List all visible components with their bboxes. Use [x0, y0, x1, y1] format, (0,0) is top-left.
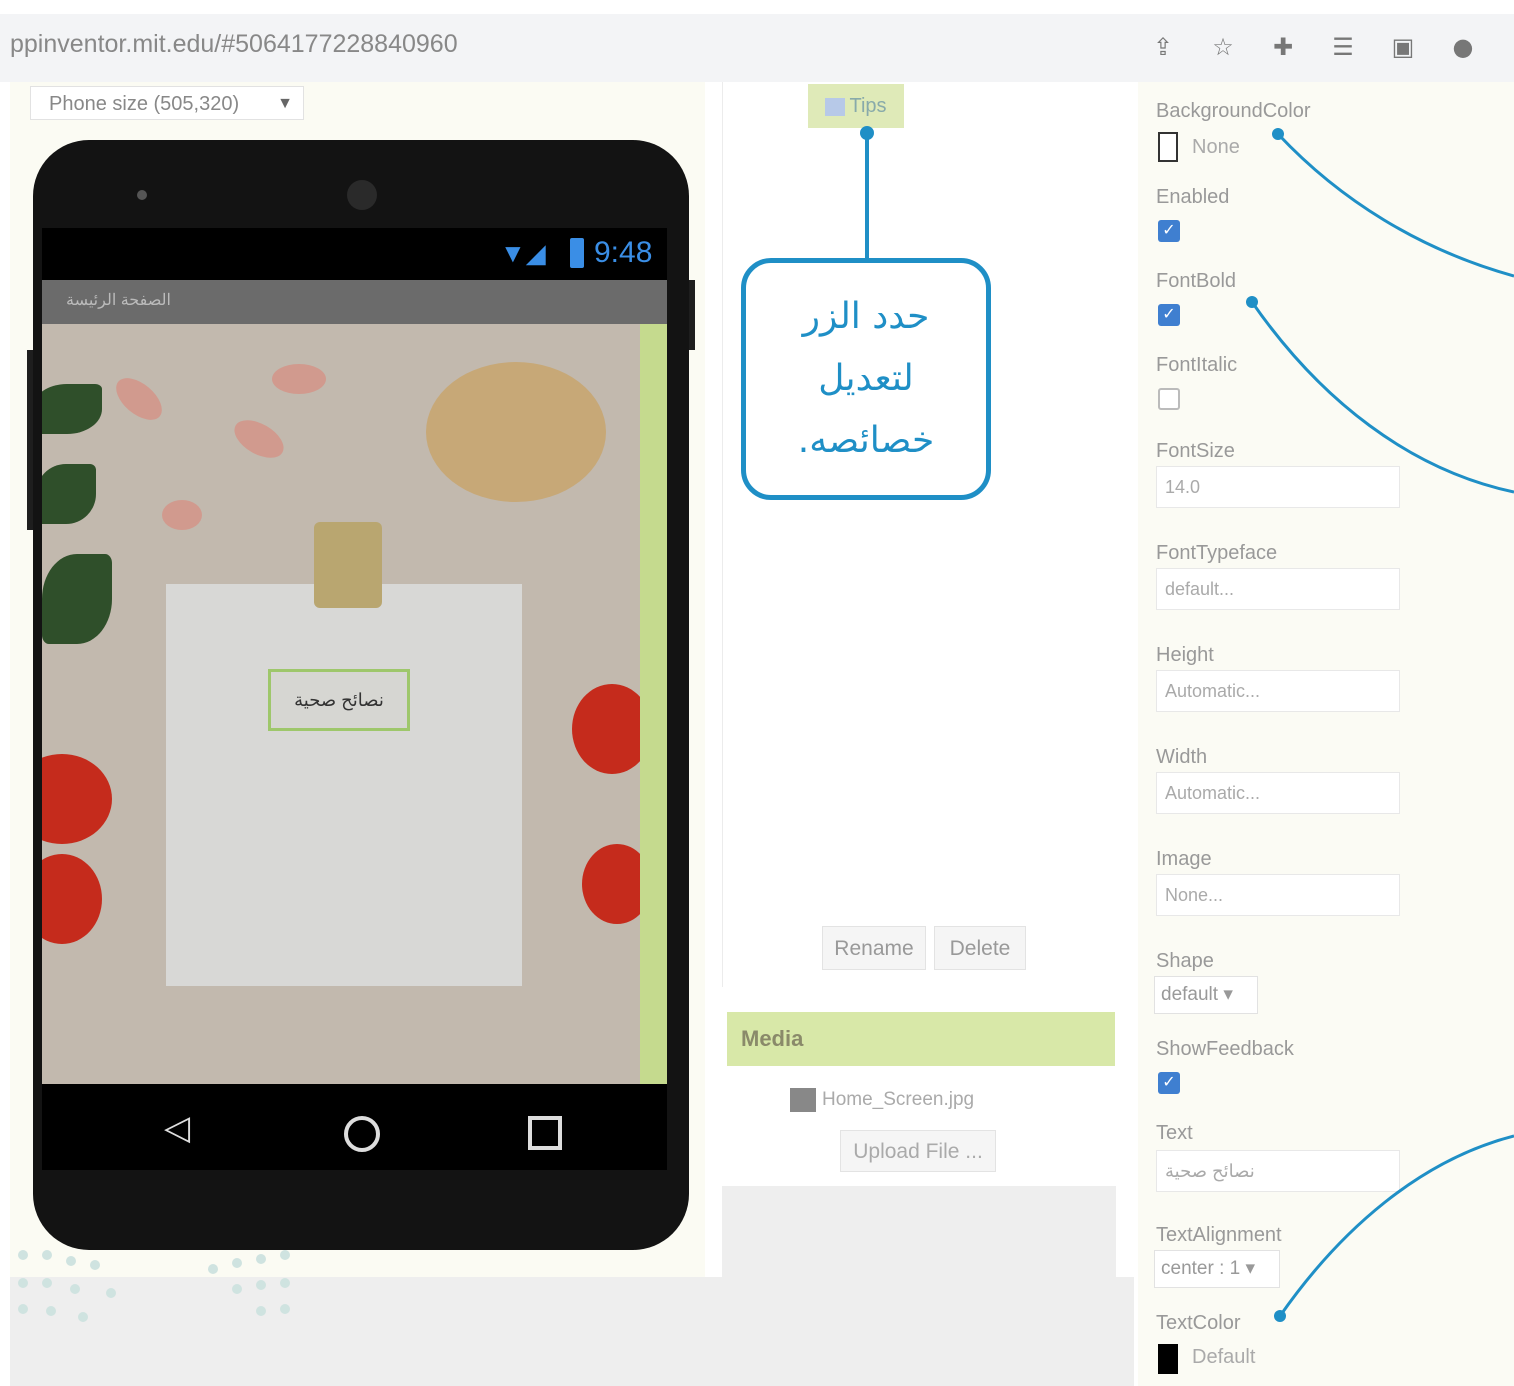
- fonttypeface-input[interactable]: default...: [1156, 568, 1400, 610]
- leaf-decoration: [42, 554, 112, 644]
- battery-icon: [570, 238, 584, 268]
- image-file-icon: [790, 1088, 816, 1112]
- enabled-checkbox[interactable]: ✓: [1158, 220, 1180, 242]
- onion-decoration: [272, 364, 326, 394]
- image-input[interactable]: None...: [1156, 874, 1400, 916]
- tomato-decoration: [42, 854, 102, 944]
- rename-button[interactable]: Rename: [822, 926, 926, 970]
- phone-size-label: Phone size (505,320): [49, 93, 240, 115]
- leaf-decoration: [42, 384, 102, 434]
- prop-label-image: Image: [1156, 848, 1212, 870]
- app-screen: نصائح صحية: [42, 324, 667, 1084]
- paper-background: [166, 584, 522, 986]
- textalignment-select[interactable]: center : 1 ▾: [1154, 1250, 1280, 1288]
- extensions-icon[interactable]: ✚: [1268, 32, 1298, 62]
- phone-nav-bar: ◁: [42, 1084, 667, 1170]
- url-text[interactable]: ppinventor.mit.edu/#5064177228840960: [10, 30, 458, 59]
- tips-button[interactable]: نصائح صحية: [268, 669, 410, 731]
- backgroundcolor-value[interactable]: None: [1192, 136, 1240, 159]
- height-input[interactable]: Automatic...: [1156, 670, 1400, 712]
- phone-side-button: [27, 350, 33, 530]
- prop-label-enabled: Enabled: [1156, 186, 1230, 208]
- components-panel: [722, 82, 1116, 987]
- decorative-dots: [18, 1250, 298, 1330]
- browser-toolbar: ⇪ ☆ ✚ ☰ ▣ ●: [1148, 32, 1508, 62]
- callout-connector: [865, 132, 869, 262]
- binder-clip: [314, 522, 382, 608]
- media-file-name: Home_Screen.jpg: [822, 1089, 975, 1111]
- app-title: الصفحة الرئيسة: [66, 292, 171, 309]
- text-input[interactable]: نصائح صحية: [1156, 1150, 1400, 1192]
- showfeedback-checkbox[interactable]: ✓: [1158, 1072, 1180, 1094]
- upload-file-button[interactable]: Upload File ...: [840, 1130, 996, 1172]
- garlic-decoration: [426, 362, 606, 502]
- textcolor-swatch[interactable]: [1158, 1344, 1178, 1374]
- tomato-decoration: [42, 754, 112, 844]
- onion-decoration: [162, 500, 202, 530]
- status-time: 9:48: [594, 236, 653, 269]
- phone-camera: [347, 180, 377, 210]
- profile-icon[interactable]: ●: [1448, 32, 1478, 62]
- leaf-decoration: [42, 464, 96, 524]
- onion-decoration: [108, 370, 170, 428]
- home-icon[interactable]: [344, 1116, 380, 1152]
- signal-icon: ▼◢: [500, 238, 546, 268]
- phone-power-button: [689, 280, 695, 350]
- prop-label-textalignment: TextAlignment: [1156, 1224, 1282, 1246]
- prop-label-fontsize: FontSize: [1156, 440, 1235, 462]
- phone-size-select[interactable]: Phone size (505,320) ▼: [30, 86, 304, 120]
- prop-label-fontitalic: FontItalic: [1156, 354, 1238, 376]
- callout-text: حدد الزر لتعديل خصائصه.: [797, 296, 935, 461]
- star-icon[interactable]: ☆: [1208, 32, 1238, 62]
- instruction-callout: حدد الزر لتعديل خصائصه.: [741, 258, 991, 500]
- shape-select[interactable]: default ▾: [1154, 976, 1258, 1014]
- backgroundcolor-swatch[interactable]: [1158, 132, 1178, 162]
- phone-status-bar: ▼◢ 9:48: [42, 228, 667, 280]
- onion-decoration: [228, 412, 290, 466]
- screen-edge: [640, 324, 667, 1084]
- prop-label-fonttypeface: FontTypeface: [1156, 542, 1278, 564]
- prop-label-textcolor: TextColor: [1156, 1312, 1241, 1334]
- prop-label-fontbold: FontBold: [1156, 270, 1237, 292]
- panel-gap: [722, 1186, 1116, 1278]
- playlist-icon[interactable]: ☰: [1328, 32, 1358, 62]
- prop-label-showfeedback: ShowFeedback: [1156, 1038, 1294, 1060]
- component-node-tips[interactable]: Tips: [808, 84, 904, 128]
- fontitalic-checkbox[interactable]: [1158, 388, 1180, 410]
- back-icon[interactable]: ◁: [164, 1108, 190, 1148]
- prop-label-backgroundcolor: BackgroundColor: [1156, 100, 1311, 122]
- button-component-icon: [825, 97, 846, 116]
- media-header: Media: [727, 1012, 1115, 1066]
- fontsize-input[interactable]: 14.0: [1156, 466, 1400, 508]
- sidepanel-icon[interactable]: ▣: [1388, 32, 1418, 62]
- component-node-label: Tips: [849, 95, 887, 117]
- textcolor-value[interactable]: Default: [1192, 1346, 1255, 1369]
- delete-button[interactable]: Delete: [934, 926, 1026, 970]
- media-file-item[interactable]: Home_Screen.jpg: [790, 1088, 974, 1112]
- prop-label-height: Height: [1156, 644, 1214, 666]
- prop-label-width: Width: [1156, 746, 1208, 768]
- phone-mockup: ▼◢ 9:48 الصفحة الرئيسة نصائح صحية ◁: [27, 140, 695, 1250]
- chevron-down-icon: ▼: [277, 95, 293, 112]
- phone-sensor: [137, 190, 147, 200]
- share-icon[interactable]: ⇪: [1148, 32, 1178, 62]
- prop-label-text: Text: [1156, 1122, 1193, 1144]
- recents-icon[interactable]: [528, 1116, 562, 1150]
- prop-label-shape: Shape: [1156, 950, 1214, 972]
- width-input[interactable]: Automatic...: [1156, 772, 1400, 814]
- app-title-bar: الصفحة الرئيسة: [42, 280, 667, 324]
- fontbold-checkbox[interactable]: ✓: [1158, 304, 1180, 326]
